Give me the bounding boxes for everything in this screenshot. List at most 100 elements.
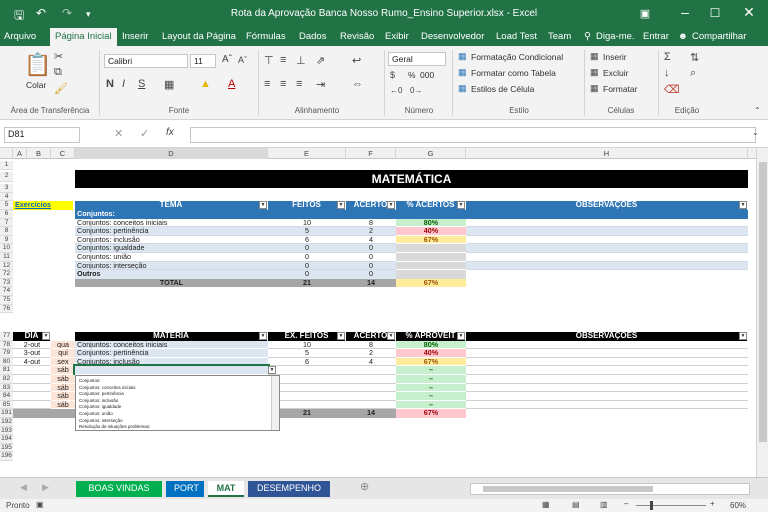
row-header[interactable]: 2 — [0, 171, 13, 183]
column-header-e[interactable]: E — [268, 148, 346, 159]
table1-obs-cell[interactable] — [466, 244, 748, 253]
row-header[interactable]: 192 — [0, 418, 13, 427]
font-color-icon[interactable]: A — [228, 78, 235, 90]
table2-pct-cell[interactable]: 67% — [396, 357, 466, 367]
tell-me-box[interactable]: Diga-me. — [596, 31, 635, 42]
table1-pct-cell[interactable]: 40% — [396, 227, 466, 236]
indent-icon[interactable]: ⇥ — [316, 78, 325, 91]
table2-pct-cell[interactable]: – — [396, 400, 466, 410]
align-center-icon[interactable]: ≡ — [280, 78, 286, 90]
tab-pagina-inicial[interactable]: Página Inicial — [50, 28, 117, 46]
validation-dropdown-list[interactable]: Conjuntos: Conjuntos: conceitos iniciais C… — [75, 375, 280, 431]
table1-outros-feitos[interactable]: 0 — [268, 270, 346, 279]
dropdown-option[interactable]: Resolução de situações problemas: — [79, 424, 150, 430]
underline-icon[interactable]: S — [138, 78, 145, 90]
enter-icon[interactable]: ✓ — [140, 127, 149, 140]
table2-feitos-cell[interactable] — [268, 366, 346, 375]
row-header[interactable]: 9 — [0, 235, 13, 245]
tab-revisao[interactable]: Revisão — [340, 31, 374, 42]
dropdown-option[interactable]: Conjuntos: conceitos iniciais — [79, 385, 136, 391]
align-left-icon[interactable]: ≡ — [264, 78, 270, 90]
table2-acertos-cell[interactable]: 8 — [346, 341, 396, 350]
tab-dados[interactable]: Dados — [299, 31, 326, 42]
table1-outros-label[interactable]: Outros — [75, 270, 268, 279]
increase-decimal-icon[interactable]: ←0 — [390, 86, 402, 95]
zoom-level[interactable]: 60% — [730, 501, 746, 510]
ribbon-display-icon[interactable]: ▣ — [630, 7, 660, 20]
table2-acertos-cell[interactable]: 2 — [346, 349, 396, 358]
row-header[interactable]: 4 — [0, 192, 13, 202]
table2-obs-cell[interactable] — [466, 358, 748, 367]
insert-function-icon[interactable]: fx — [166, 127, 174, 138]
page-layout-view-icon[interactable]: ▤ — [572, 500, 580, 509]
filter-dropdown-icon[interactable]: ▼ — [739, 332, 747, 340]
lightbulb-icon[interactable]: ⚲ — [584, 31, 591, 42]
row-header[interactable]: 83 — [0, 383, 13, 393]
tab-team[interactable]: Team — [548, 31, 571, 42]
prev-sheet-icon[interactable]: ◀ — [20, 482, 27, 493]
filter-dropdown-icon[interactable]: ▼ — [259, 332, 267, 340]
row-header[interactable]: 11 — [0, 253, 13, 262]
row-header[interactable]: 85 — [0, 400, 13, 410]
table1-acertos-cell[interactable]: 8 — [346, 219, 396, 228]
format-table-icon[interactable]: ▦ — [458, 67, 467, 78]
table1-feitos-cell[interactable]: 5 — [268, 227, 346, 236]
table1-obs-cell[interactable] — [466, 227, 748, 236]
table1-acertos-cell[interactable]: 0 — [346, 244, 396, 253]
table1-feitos-cell[interactable]: 0 — [268, 253, 346, 262]
table1-feitos-cell[interactable]: 0 — [268, 261, 346, 271]
borders-icon[interactable]: ▦ — [164, 78, 174, 91]
percent-button[interactable]: % — [408, 70, 416, 80]
table2-weekday-cell[interactable]: qua — [51, 340, 75, 350]
table2-acertos-cell[interactable] — [346, 366, 396, 375]
worksheet-grid[interactable]: 1 2 3 4 5 6 7 8 9 10 11 12 72 73 74 75 76 77 78 79 80 81 82 83 8… — [0, 159, 756, 477]
filter-dropdown-icon[interactable]: ▼ — [42, 332, 50, 340]
cut-icon[interactable]: ✂ — [54, 50, 63, 63]
filter-dropdown-icon[interactable]: ▼ — [739, 201, 747, 210]
table2-date-cell[interactable]: 2-out — [13, 341, 51, 350]
table2-date-cell[interactable]: 3-out — [13, 349, 51, 358]
autosum-icon[interactable]: Σ — [664, 51, 671, 63]
table2-weekday-cell[interactable]: sáb — [51, 383, 75, 393]
sheet-tab-mat[interactable]: MAT — [208, 481, 244, 497]
zoom-slider[interactable] — [636, 505, 706, 506]
table1-outros-pct[interactable] — [396, 270, 466, 279]
horizontal-scroll-thumb[interactable] — [483, 486, 653, 492]
row-header[interactable]: 75 — [0, 296, 13, 305]
conditional-format-button[interactable]: Formatação Condicional — [471, 52, 563, 62]
exercicios-link[interactable]: Exercícios — [13, 201, 73, 210]
filter-dropdown-icon[interactable]: ▼ — [387, 201, 395, 210]
share-icon[interactable]: ☻ — [678, 31, 688, 42]
table1-tema-cell[interactable]: Conjuntos: inclusão — [75, 236, 268, 245]
table2-header-1[interactable]: MATÉRIA — [75, 332, 268, 341]
table2-obs-cell[interactable] — [466, 349, 748, 358]
font-size-select[interactable]: 11 — [190, 54, 216, 68]
conditional-format-icon[interactable]: ▦ — [458, 51, 467, 62]
align-bottom-icon[interactable]: ⊥ — [296, 54, 306, 67]
table2-weekday-cell[interactable]: qui — [51, 349, 75, 358]
filter-dropdown-icon[interactable]: ▼ — [337, 332, 345, 340]
table1-tema-cell[interactable]: Conjuntos: união — [75, 253, 268, 262]
column-header-a[interactable]: A — [13, 148, 27, 159]
row-header[interactable]: 8 — [0, 227, 13, 236]
row-header[interactable]: 78 — [0, 340, 13, 350]
table1-pct-cell[interactable] — [396, 253, 466, 262]
row-header[interactable]: 72 — [0, 270, 13, 279]
table1-pct-cell[interactable] — [396, 261, 466, 271]
align-middle-icon[interactable]: ≡ — [280, 54, 286, 66]
table2-materia-cell[interactable]: Conjuntos: inclusão — [75, 357, 268, 367]
grow-font-icon[interactable]: Aˆ — [222, 54, 232, 65]
format-cells-button[interactable]: Formatar — [603, 84, 637, 94]
sheet-tab-boas-vindas[interactable]: BOAS VINDAS — [76, 481, 162, 497]
table1-acertos-cell[interactable]: 0 — [346, 253, 396, 262]
column-header-g[interactable]: G — [396, 148, 466, 159]
table2-weekday-cell[interactable]: sáb — [51, 392, 75, 401]
currency-icon[interactable]: $ — [390, 70, 395, 80]
table2-date-cell[interactable] — [13, 384, 51, 393]
format-table-button[interactable]: Formatar como Tabela — [471, 68, 556, 78]
page-break-view-icon[interactable]: ▥ — [600, 500, 608, 509]
table2-feitos-cell[interactable]: 6 — [268, 358, 346, 367]
row-header[interactable]: 79 — [0, 349, 13, 358]
table2-date-cell[interactable] — [13, 392, 51, 401]
row-header[interactable]: 76 — [0, 304, 13, 314]
